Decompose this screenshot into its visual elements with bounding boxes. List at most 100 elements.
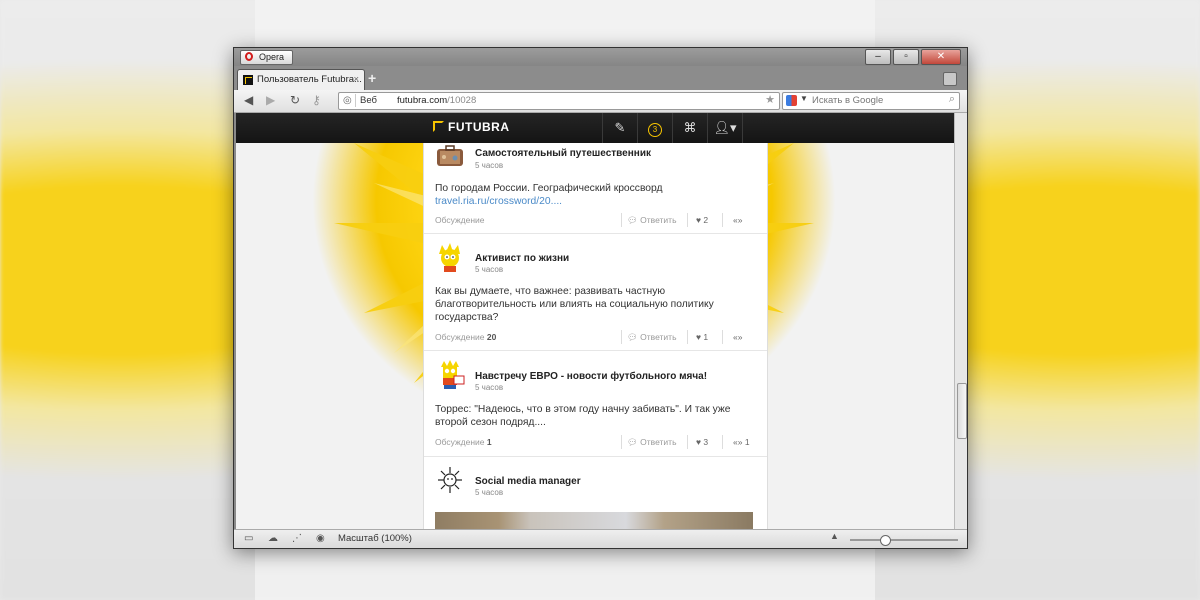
key-icon[interactable]: ⚷ [312,93,321,107]
opera-menu-label: Opera [259,52,285,62]
post-footer: Обсуждение 💬︎ Ответить ♥ 2 «» [435,213,757,227]
zoom-up-icon[interactable]: ▲ [830,531,839,541]
browser-window: Opera – ▫ ✕ Пользователь Futubra... × + … [233,47,968,549]
footer-divider [722,435,723,449]
footer-divider [621,213,622,227]
new-tab-button[interactable]: + [368,70,376,86]
post-text: Как вы думаете, что важнее: развивать ча… [435,286,714,323]
back-icon[interactable]: ◀ [244,93,253,107]
vertical-scrollbar[interactable] [954,113,967,529]
repost-button[interactable]: «» [733,332,742,342]
like-button[interactable]: ♥ 1 [696,332,708,342]
search-field[interactable]: ▼ Искать в Google ⌕ [782,92,960,110]
list-item: Активист по жизни 5 часов Как вы думаете… [424,234,767,351]
tab-close-icon[interactable]: × [353,70,359,90]
user-menu-button[interactable]: 👤︎▾ [707,113,743,143]
post-image[interactable] [435,512,753,529]
footer-divider [621,330,622,344]
post-time: 5 часов [475,488,504,497]
quote-icon: «» [733,437,743,447]
address-mode[interactable]: Веб [355,94,377,107]
post-footer: Обсуждение 20 💬︎ Ответить ♥ 1 «» [435,330,757,344]
tab-menu-icon[interactable] [943,72,957,86]
discussion-link[interactable]: Обсуждение 20 [435,332,496,342]
post-text: Торрес: "Надеюсь, что в этом году начну … [435,404,731,428]
navigation-bar: ◀ ▶ ↻ ⚷ ◎ Веб futubra.com/10028 ★ ▼ Иска… [234,90,967,113]
footer-divider [687,435,688,449]
unite-icon[interactable]: ⋰ [292,533,302,544]
post-feed: Самостоятельный путешественник 5 часов П… [423,143,768,529]
opera-menu-button[interactable]: Opera [240,50,294,65]
lisa-avatar[interactable] [435,242,465,272]
scrollbar-thumb[interactable] [957,383,967,439]
notifications-button[interactable]: 3 [637,113,672,143]
tab-bar: Пользователь Futubra... × + [234,66,967,91]
url-text[interactable]: futubra.com/10028 [397,94,476,107]
like-button[interactable]: ♥ 2 [696,215,708,225]
post-author[interactable]: Активист по жизни [475,253,569,264]
reload-icon[interactable]: ↻ [290,93,300,107]
quote-icon: «» [733,332,743,342]
forward-icon[interactable]: ▶ [266,93,275,107]
url-host: futubra.com [397,95,448,106]
bart-avatar[interactable] [435,359,465,389]
like-button[interactable]: ♥ 3 [696,437,708,447]
post-text-body: По городам России. Географический кроссв… [435,183,663,194]
discussion-link[interactable]: Обсуждение [435,215,485,225]
chevron-down-icon[interactable]: ▼ [800,94,808,103]
opera-logo-icon [245,52,253,61]
reply-label: Ответить [640,437,677,447]
futubra-logo-icon [433,121,444,132]
edit-icon: ✎ [614,120,626,135]
zoom-slider-knob[interactable] [880,535,891,546]
site-logo[interactable]: FUTUBRA [433,120,510,134]
list-item: Самостоятельный путешественник 5 часов П… [424,143,767,234]
quote-icon: «» [733,215,743,225]
cloud-icon[interactable]: ☁ [268,533,278,544]
list-item: Навстречу ЕВРО - новости футбольного мяч… [424,351,767,457]
post-time: 5 часов [475,265,504,274]
heart-icon: ♥ [696,437,702,447]
reply-label: Ответить [640,332,677,342]
zoom-label[interactable]: Масштаб (100%) [338,533,412,544]
post-author[interactable]: Social media manager [475,476,581,487]
reply-button[interactable]: 💬︎ Ответить [627,332,677,343]
zoom-slider[interactable] [850,535,958,546]
heart-icon: ♥ [696,332,702,342]
suitcase-avatar[interactable] [435,143,465,173]
turbo-icon[interactable]: ◉ [316,533,325,544]
window-controls: – ▫ ✕ [865,49,961,65]
speech-bubble-icon: 💬︎ [627,437,638,447]
repost-button[interactable]: «» [733,215,742,225]
maximize-icon[interactable]: ▫ [893,49,919,65]
discussion-link[interactable]: Обсуждение 1 [435,437,492,447]
title-bar: Opera – ▫ ✕ [234,48,967,66]
reply-button[interactable]: 💬︎ Ответить [627,437,677,448]
discussion-count: 20 [486,332,497,342]
commands-button[interactable]: ⌘ [672,113,707,143]
command-icon: ⌘ [683,120,697,135]
google-icon[interactable] [786,95,797,106]
site-header: FUTUBRA ✎ 3 ⌘ 👤︎▾ [236,113,954,143]
sketch-avatar[interactable] [435,465,465,495]
like-count: 2 [703,215,709,225]
bookmark-star-icon[interactable]: ★ [765,93,775,106]
tab-futubra[interactable]: Пользователь Futubra... × [237,69,365,91]
reply-button[interactable]: 💬︎ Ответить [627,215,677,226]
post-author[interactable]: Самостоятельный путешественник [475,148,651,159]
discussion-count: 1 [486,437,492,447]
panel-toggle-icon[interactable]: ▭ [244,533,253,544]
post-author[interactable]: Навстречу ЕВРО - новости футбольного мяч… [475,371,707,382]
post-time: 5 часов [475,161,504,170]
repost-button[interactable]: «» 1 [733,437,750,447]
address-field[interactable]: ◎ Веб futubra.com/10028 ★ [338,92,780,110]
post-link[interactable]: travel.ria.ru/crossword/20.... [435,195,755,208]
user-icon: 👤︎▾ [713,120,737,135]
close-window-icon[interactable]: ✕ [921,49,961,65]
search-icon[interactable]: ⌕ [949,93,955,106]
minimize-icon[interactable]: – [865,49,891,65]
discussion-label: Обсуждение [435,332,485,342]
compose-button[interactable]: ✎ [602,113,637,143]
logo-text: FUTUBRA [448,120,510,134]
discussion-label: Обсуждение [435,215,485,225]
